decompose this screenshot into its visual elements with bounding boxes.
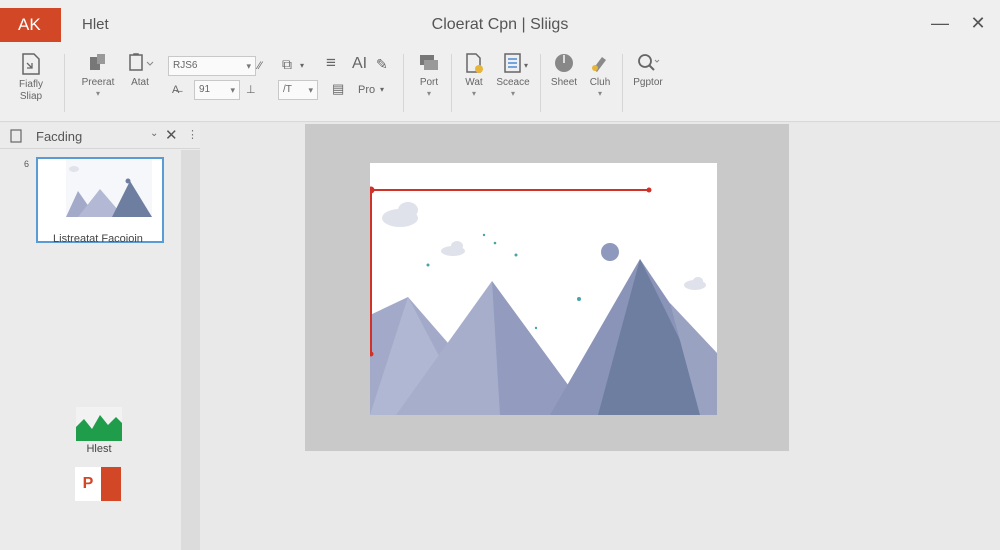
pane-scrollbar[interactable]: [181, 150, 200, 550]
brush-icon: [592, 57, 606, 72]
ribbon-divider: [64, 54, 65, 112]
slide-pane: Facding ⌄ ✕ ⋮ 6 Listreatat Facoioin Hles…: [0, 123, 200, 550]
thumbnail-label: Listreatat Facoioin: [53, 233, 143, 245]
chevron-down-icon: ▾: [510, 89, 515, 98]
chevron-down-icon: ▾: [426, 89, 431, 98]
font-name-select[interactable]: RJS6 ▾: [168, 56, 256, 76]
font-shrink-icon[interactable]: ⊥: [246, 82, 256, 98]
chart-thumbnail[interactable]: [76, 407, 122, 441]
shape-insert-icon[interactable]: ⧉: [282, 56, 292, 72]
ribbon-label: Pgptor: [633, 77, 663, 88]
ribbon-label: Sliap: [19, 91, 43, 102]
chart-icon: [76, 407, 122, 441]
ribbon-sheet-button[interactable]: Sheet: [546, 52, 582, 89]
chevron-down-icon: ▾: [246, 61, 251, 71]
slide-thumbnail[interactable]: [36, 157, 164, 243]
circle-icon: [555, 54, 573, 72]
paste-icon: [90, 54, 105, 70]
slide-illustration: [370, 163, 717, 415]
slide[interactable]: [370, 163, 717, 415]
grid-icon: [504, 53, 521, 73]
chevron-down-icon: ▾: [95, 89, 100, 98]
font-size-select[interactable]: 91 ▾: [194, 80, 240, 100]
ribbon-label: Fiafly: [19, 79, 43, 90]
ribbon-divider: [403, 54, 404, 112]
chevron-down-icon[interactable]: ▾: [380, 82, 384, 98]
chevron-down-icon: ▾: [230, 85, 235, 95]
font-size-value: 91: [199, 84, 211, 95]
app-badge[interactable]: AK: [0, 8, 61, 42]
chevron-down-icon: ▾: [308, 85, 313, 95]
font-grow-icon[interactable]: ⁄⁄: [258, 58, 262, 74]
clipboard-icon: [129, 53, 154, 71]
title-bar: AK Hlet Cloerat Cpn | Sliigs — ✕: [0, 0, 1000, 46]
text-direction-select[interactable]: /T ▾: [278, 80, 318, 100]
chevron-down-icon: ▾: [597, 89, 602, 98]
minimize-button[interactable]: —: [929, 12, 951, 34]
ribbon-label: Sceace: [496, 77, 530, 88]
chevron-down-icon[interactable]: ▾: [524, 58, 528, 74]
pencil-icon[interactable]: ✎: [376, 56, 388, 72]
font-name-value: RJS6: [173, 60, 198, 71]
ribbon-toolbar: Fiafly Sliap Preerat ▾ Atat RJS6 ▾ ⁄⁄ 91…: [0, 46, 1000, 122]
ribbon-paste-button[interactable]: Preerat ▾: [78, 52, 118, 98]
page-icon: [22, 53, 40, 75]
chevron-down-icon[interactable]: ⌄: [150, 128, 158, 139]
item-label: Hlest: [86, 443, 112, 455]
ribbon-label: Wat: [465, 77, 483, 88]
paragraph-button[interactable]: Pro: [358, 82, 375, 98]
pane-title: Facding: [36, 129, 83, 144]
ribbon-layout-button[interactable]: Port ▾: [412, 52, 446, 98]
guide-handle: [646, 187, 652, 193]
ribbon-label: Cluh: [589, 77, 611, 88]
ribbon-search-button[interactable]: Pgptor: [628, 52, 668, 89]
chevron-down-icon[interactable]: ▾: [300, 58, 304, 74]
ribbon-label: Sheet: [550, 77, 578, 88]
page-icon: [10, 129, 22, 143]
ribbon-format-button[interactable]: Atat: [122, 52, 158, 89]
text-style-button[interactable]: AI: [352, 56, 367, 72]
ribbon-label: Atat: [131, 77, 149, 88]
more-icon[interactable]: ⋮: [187, 128, 198, 141]
text-direction-value: /T: [283, 84, 292, 95]
ribbon-document-button[interactable]: Wat ▾: [458, 52, 490, 98]
powerpoint-icon[interactable]: P: [75, 467, 121, 501]
ribbon-label: Port: [419, 77, 439, 88]
document-icon: [466, 53, 483, 73]
ribbon-divider: [451, 54, 452, 112]
ribbon-new-slide-button[interactable]: Fiafly Sliap: [10, 52, 52, 103]
text-fill-icon[interactable]: A̶: [172, 82, 179, 98]
ribbon-brush-button[interactable]: Cluh ▾: [584, 52, 616, 98]
pane-header: Facding ⌄ ✕ ⋮: [0, 123, 200, 149]
menu-item-home[interactable]: Hlet: [82, 16, 109, 33]
chevron-down-icon: ▾: [471, 89, 476, 98]
table-icon[interactable]: ▤: [332, 81, 344, 97]
thumbnail-image: [38, 159, 162, 241]
sun-icon: [601, 243, 619, 261]
ribbon-divider: [540, 54, 541, 112]
close-icon[interactable]: ✕: [165, 126, 178, 144]
slide-number: 6: [24, 159, 30, 169]
document-title: Cloerat Cpn | Sliigs: [431, 16, 569, 33]
layout-icon: [420, 55, 438, 70]
ribbon-label: Preerat: [81, 77, 115, 88]
close-button[interactable]: ✕: [967, 12, 989, 34]
ribbon-divider: [622, 54, 623, 112]
align-icon[interactable]: ≡: [326, 54, 336, 71]
search-icon: [638, 54, 660, 71]
